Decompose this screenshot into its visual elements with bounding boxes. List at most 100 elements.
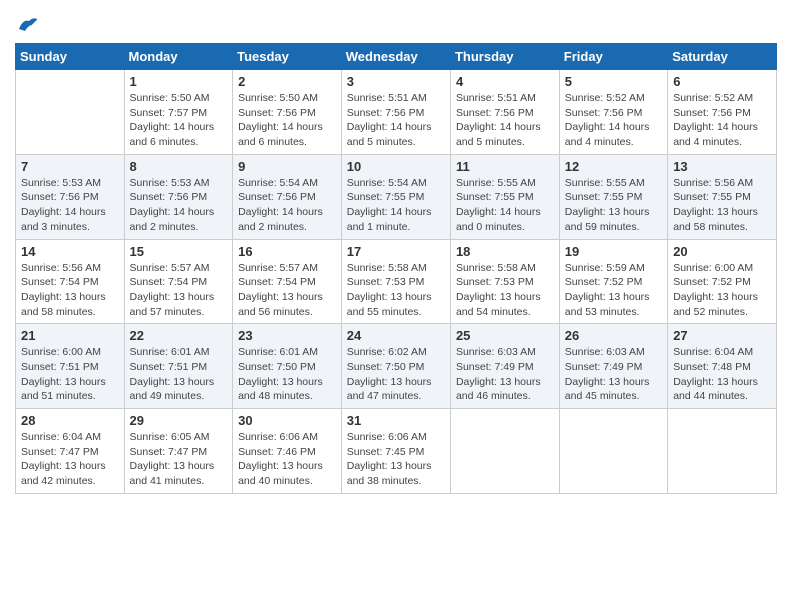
calendar-week-row: 14Sunrise: 5:56 AM Sunset: 7:54 PM Dayli… [16,239,777,324]
day-info: Sunrise: 5:59 AM Sunset: 7:52 PM Dayligh… [565,261,662,320]
calendar-cell: 30Sunrise: 6:06 AM Sunset: 7:46 PM Dayli… [233,409,342,494]
calendar-header-row: SundayMondayTuesdayWednesdayThursdayFrid… [16,44,777,70]
calendar-cell: 17 Sunrise: 5:58 AM Sunset: 7:53 PM Dayli… [341,239,450,324]
day-number: 10 [347,159,445,174]
calendar-cell [559,409,667,494]
calendar-cell: 21 Sunrise: 6:00 AM Sunset: 7:51 PM Dayli… [16,324,125,409]
calendar-cell: 15 Sunrise: 5:57 AM Sunset: 7:54 PM Dayli… [124,239,233,324]
day-number: 12 [565,159,662,174]
calendar-cell: 10 Sunrise: 5:54 AM Sunset: 7:55 PM Dayli… [341,154,450,239]
calendar-cell: 16 Sunrise: 5:57 AM Sunset: 7:54 PM Dayli… [233,239,342,324]
day-number: 2 [238,74,336,89]
day-number: 16 [238,244,336,259]
day-number: 18 [456,244,554,259]
day-number: 14 [21,244,119,259]
day-number: 20 [673,244,771,259]
calendar-cell: 19 Sunrise: 5:59 AM Sunset: 7:52 PM Dayli… [559,239,667,324]
calendar-cell: 9Sunrise: 5:54 AM Sunset: 7:56 PM Daylig… [233,154,342,239]
day-number: 8 [130,159,228,174]
calendar-week-row: 21 Sunrise: 6:00 AM Sunset: 7:51 PM Dayli… [16,324,777,409]
day-info: Sunrise: 6:02 AM Sunset: 7:50 PM Dayligh… [347,345,445,404]
day-number: 21 [21,328,119,343]
day-info: Sunrise: 5:52 AM Sunset: 7:56 PM Dayligh… [565,91,662,150]
day-info: Sunrise: 6:01 AM Sunset: 7:50 PM Dayligh… [238,345,336,404]
day-number: 3 [347,74,445,89]
day-number: 27 [673,328,771,343]
calendar-cell: 24 Sunrise: 6:02 AM Sunset: 7:50 PM Dayli… [341,324,450,409]
page-header [15,15,777,33]
col-header-sunday: Sunday [16,44,125,70]
day-info: Sunrise: 5:51 AM Sunset: 7:56 PM Dayligh… [456,91,554,150]
day-number: 23 [238,328,336,343]
day-info: Sunrise: 6:06 AM Sunset: 7:46 PM Dayligh… [238,430,336,489]
day-number: 25 [456,328,554,343]
calendar-cell: 26 Sunrise: 6:03 AM Sunset: 7:49 PM Dayli… [559,324,667,409]
day-number: 19 [565,244,662,259]
calendar-cell [668,409,777,494]
day-number: 26 [565,328,662,343]
calendar-cell: 20Sunrise: 6:00 AM Sunset: 7:52 PM Dayli… [668,239,777,324]
day-info: Sunrise: 5:51 AM Sunset: 7:56 PM Dayligh… [347,91,445,150]
calendar-week-row: 28Sunrise: 6:04 AM Sunset: 7:47 PM Dayli… [16,409,777,494]
calendar-week-row: 1 Sunrise: 5:50 AM Sunset: 7:57 PM Daylig… [16,70,777,155]
calendar-cell: 18Sunrise: 5:58 AM Sunset: 7:53 PM Dayli… [450,239,559,324]
col-header-saturday: Saturday [668,44,777,70]
day-info: Sunrise: 6:04 AM Sunset: 7:48 PM Dayligh… [673,345,771,404]
calendar-cell: 11 Sunrise: 5:55 AM Sunset: 7:55 PM Dayli… [450,154,559,239]
day-number: 6 [673,74,771,89]
calendar-cell: 23 Sunrise: 6:01 AM Sunset: 7:50 PM Dayli… [233,324,342,409]
day-number: 28 [21,413,119,428]
day-info: Sunrise: 5:53 AM Sunset: 7:56 PM Dayligh… [21,176,119,235]
col-header-wednesday: Wednesday [341,44,450,70]
bird-icon [17,15,39,33]
calendar-cell: 7 Sunrise: 5:53 AM Sunset: 7:56 PM Daylig… [16,154,125,239]
calendar-cell: 29Sunrise: 6:05 AM Sunset: 7:47 PM Dayli… [124,409,233,494]
calendar-cell: 27 Sunrise: 6:04 AM Sunset: 7:48 PM Dayli… [668,324,777,409]
calendar-cell: 1 Sunrise: 5:50 AM Sunset: 7:57 PM Daylig… [124,70,233,155]
logo [15,15,39,33]
calendar-cell: 4 Sunrise: 5:51 AM Sunset: 7:56 PM Daylig… [450,70,559,155]
day-info: Sunrise: 5:55 AM Sunset: 7:55 PM Dayligh… [565,176,662,235]
day-info: Sunrise: 5:55 AM Sunset: 7:55 PM Dayligh… [456,176,554,235]
day-info: Sunrise: 6:03 AM Sunset: 7:49 PM Dayligh… [565,345,662,404]
day-number: 31 [347,413,445,428]
day-info: Sunrise: 5:54 AM Sunset: 7:55 PM Dayligh… [347,176,445,235]
calendar-cell: 2Sunrise: 5:50 AM Sunset: 7:56 PM Daylig… [233,70,342,155]
day-number: 24 [347,328,445,343]
day-info: Sunrise: 6:01 AM Sunset: 7:51 PM Dayligh… [130,345,228,404]
day-number: 17 [347,244,445,259]
day-info: Sunrise: 5:58 AM Sunset: 7:53 PM Dayligh… [347,261,445,320]
calendar-cell: 28Sunrise: 6:04 AM Sunset: 7:47 PM Dayli… [16,409,125,494]
day-info: Sunrise: 6:06 AM Sunset: 7:45 PM Dayligh… [347,430,445,489]
day-number: 15 [130,244,228,259]
calendar-cell: 22 Sunrise: 6:01 AM Sunset: 7:51 PM Dayli… [124,324,233,409]
day-number: 5 [565,74,662,89]
day-info: Sunrise: 6:05 AM Sunset: 7:47 PM Dayligh… [130,430,228,489]
calendar-table: SundayMondayTuesdayWednesdayThursdayFrid… [15,43,777,494]
day-number: 22 [130,328,228,343]
calendar-cell: 14Sunrise: 5:56 AM Sunset: 7:54 PM Dayli… [16,239,125,324]
calendar-cell: 5 Sunrise: 5:52 AM Sunset: 7:56 PM Daylig… [559,70,667,155]
day-number: 13 [673,159,771,174]
day-info: Sunrise: 5:56 AM Sunset: 7:55 PM Dayligh… [673,176,771,235]
col-header-monday: Monday [124,44,233,70]
col-header-tuesday: Tuesday [233,44,342,70]
day-info: Sunrise: 5:52 AM Sunset: 7:56 PM Dayligh… [673,91,771,150]
col-header-thursday: Thursday [450,44,559,70]
day-info: Sunrise: 6:00 AM Sunset: 7:51 PM Dayligh… [21,345,119,404]
day-info: Sunrise: 5:50 AM Sunset: 7:57 PM Dayligh… [130,91,228,150]
calendar-cell: 31 Sunrise: 6:06 AM Sunset: 7:45 PM Dayli… [341,409,450,494]
day-number: 7 [21,159,119,174]
day-info: Sunrise: 5:57 AM Sunset: 7:54 PM Dayligh… [238,261,336,320]
day-number: 1 [130,74,228,89]
calendar-week-row: 7 Sunrise: 5:53 AM Sunset: 7:56 PM Daylig… [16,154,777,239]
day-info: Sunrise: 5:57 AM Sunset: 7:54 PM Dayligh… [130,261,228,320]
calendar-cell [16,70,125,155]
calendar-cell [450,409,559,494]
day-number: 11 [456,159,554,174]
calendar-cell: 25 Sunrise: 6:03 AM Sunset: 7:49 PM Dayli… [450,324,559,409]
day-info: Sunrise: 6:03 AM Sunset: 7:49 PM Dayligh… [456,345,554,404]
day-number: 4 [456,74,554,89]
col-header-friday: Friday [559,44,667,70]
calendar-cell: 3 Sunrise: 5:51 AM Sunset: 7:56 PM Daylig… [341,70,450,155]
